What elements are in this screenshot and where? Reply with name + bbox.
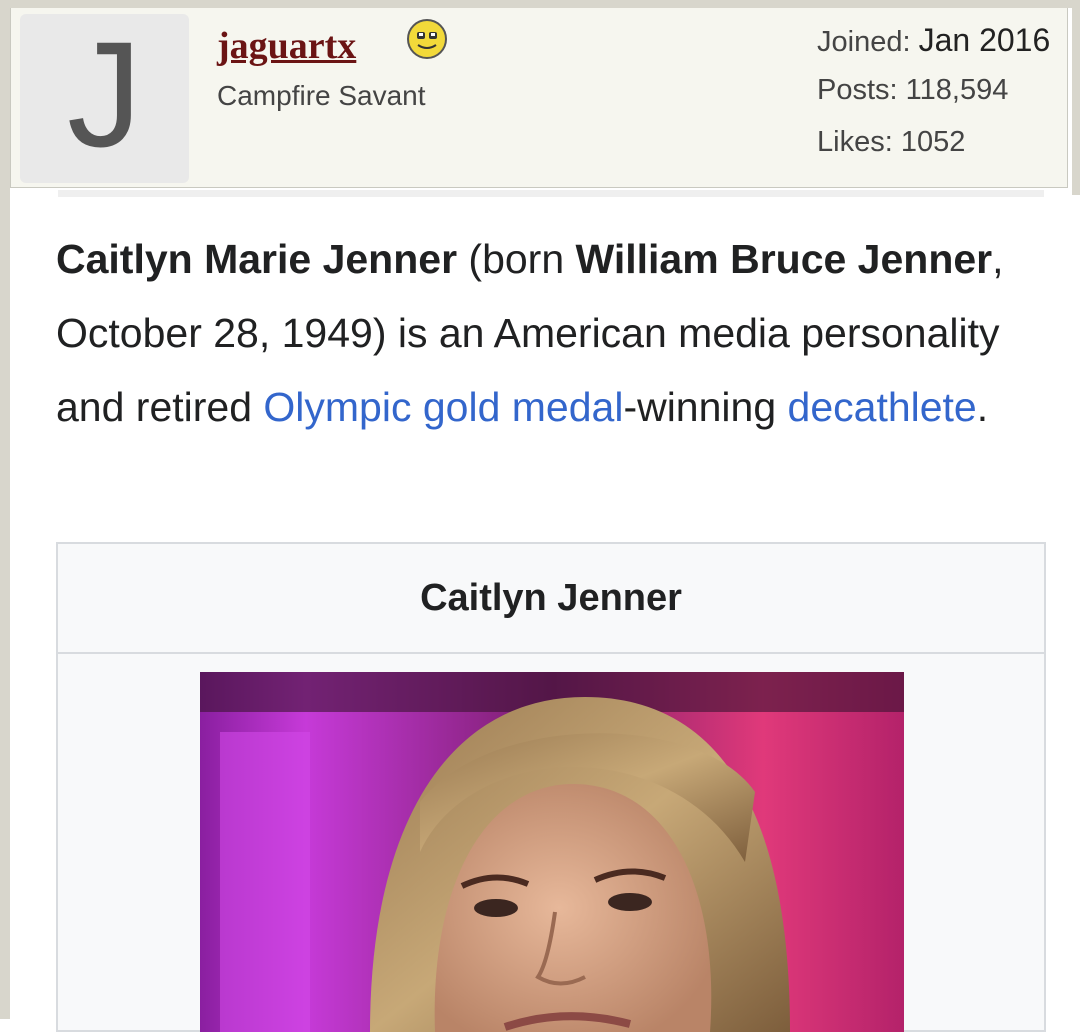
portrait-image bbox=[200, 672, 904, 1032]
user-stats: Joined: Jan 2016 Posts: 118,594 Likes: 1… bbox=[817, 22, 1050, 178]
subject-name: Caitlyn Marie Jenner bbox=[56, 236, 458, 282]
birth-name: William Bruce Jenner bbox=[575, 236, 993, 282]
olympic-gold-medal-link[interactable]: Olympic gold medal bbox=[263, 384, 623, 430]
posts-stat: Posts: 118,594 bbox=[817, 74, 1050, 126]
user-title: Campfire Savant bbox=[217, 80, 426, 111]
posts-label: Posts: bbox=[817, 74, 898, 106]
posts-value: 118,594 bbox=[905, 74, 1009, 106]
born-prefix: (born bbox=[457, 236, 576, 282]
joined-stat: Joined: Jan 2016 bbox=[817, 22, 1050, 74]
intro-text-3: . bbox=[976, 384, 989, 430]
infobox: Caitlyn Jenner bbox=[56, 542, 1046, 1032]
window-top-border bbox=[0, 0, 1080, 8]
post-author-header: J jaguartx Campfire Savant Joined: Jan 2… bbox=[10, 8, 1068, 188]
likes-label: Likes: bbox=[817, 126, 893, 158]
post-divider bbox=[58, 190, 1044, 197]
infobox-title: Caitlyn Jenner bbox=[58, 544, 1044, 654]
decathlete-link[interactable]: decathlete bbox=[788, 384, 977, 430]
joined-label: Joined: bbox=[817, 26, 911, 58]
likes-value: 1052 bbox=[900, 126, 966, 158]
page-left-border bbox=[0, 0, 10, 1019]
joined-value: Jan 2016 bbox=[918, 22, 1051, 58]
avatar-letter: J bbox=[67, 9, 142, 178]
infobox-photo[interactable] bbox=[200, 672, 904, 1032]
smiley-face-icon bbox=[407, 19, 447, 59]
avatar[interactable]: J bbox=[20, 14, 189, 183]
page-right-border bbox=[1072, 0, 1080, 195]
article-intro-paragraph: Caitlyn Marie Jenner (born William Bruce… bbox=[56, 222, 1056, 444]
username-link[interactable]: jaguartx bbox=[217, 24, 356, 68]
likes-stat: Likes: 1052 bbox=[817, 126, 1050, 178]
intro-text-2: -winning bbox=[623, 384, 788, 430]
